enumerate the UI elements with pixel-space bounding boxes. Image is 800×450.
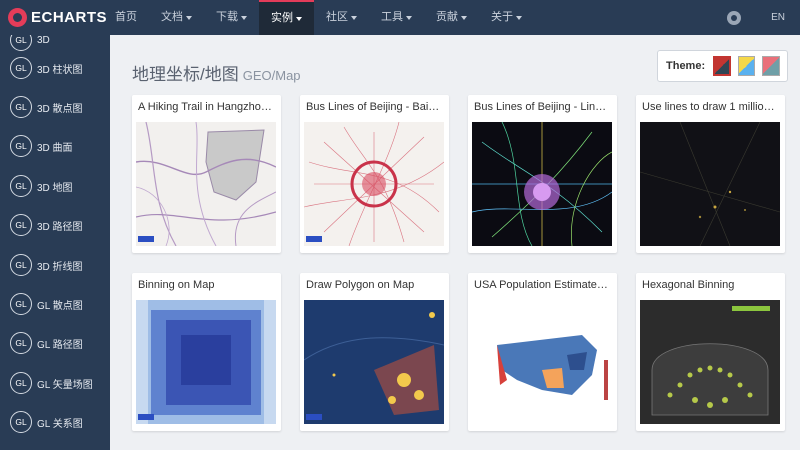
card-title: Use lines to draw 1 million n...	[642, 101, 780, 113]
nav-tools[interactable]: 工具	[369, 0, 424, 35]
sidebar-item-3d-line[interactable]: GL 3D 折线图	[0, 246, 110, 284]
sidebar-item-3d-map[interactable]: GL 3D 地图	[0, 167, 110, 205]
nav-examples[interactable]: 实例	[259, 0, 314, 35]
github-icon[interactable]	[727, 10, 742, 25]
example-card-binning-on-map[interactable]: Binning on Map	[132, 273, 281, 431]
sidebar-item-3d-bar[interactable]: GL 3D 柱状图	[0, 49, 110, 87]
echarts-logo-icon	[8, 8, 27, 27]
theme-swatch-vintage[interactable]	[762, 56, 780, 76]
logo-text: ECHARTS	[31, 9, 108, 26]
sidebar-item-label: 3D 折线图	[37, 261, 83, 273]
main-nav: 首页 文档 下载 实例 社区 工具 贡献 关于	[103, 0, 534, 35]
sidebar: GL 3D GL 3D 柱状图 GL 3D 散点图 GL 3D 曲面 GL 3D 地图 G…	[0, 35, 110, 450]
nav-contribute[interactable]: 贡献	[424, 0, 479, 35]
card-title: Bus Lines of Beijing - Baidu ...	[306, 101, 444, 113]
theme-label: Theme:	[666, 60, 706, 72]
top-navbar: ECHARTS 首页 文档 下载 实例 社区 工具 贡献 关于 EN	[0, 0, 800, 35]
chevron-down-icon	[241, 15, 247, 20]
sidebar-item-label: 3D 地图	[37, 182, 73, 194]
gl-badge-icon: GL	[10, 135, 32, 157]
gl-badge-icon: GL	[10, 372, 32, 394]
card-thumbnail	[472, 122, 612, 246]
sidebar-item-label: 3D 路径图	[37, 221, 83, 233]
chevron-down-icon	[351, 15, 357, 20]
gl-badge-icon: GL	[10, 254, 32, 276]
theme-swatch-default[interactable]	[713, 56, 731, 76]
sidebar-item-gl-path[interactable]: GL GL 路径图	[0, 324, 110, 362]
sidebar-item-gl-vector-field[interactable]: GL GL 矢量场图	[0, 364, 110, 402]
card-title: Hexagonal Binning	[642, 279, 735, 291]
page-title: 地理坐标/地图 GEO/Map	[132, 60, 301, 85]
nav-docs[interactable]: 文档	[149, 0, 204, 35]
gl-badge-icon: GL	[10, 332, 32, 354]
sidebar-item-gl-graph[interactable]: GL GL 关系图	[0, 403, 110, 441]
chevron-down-icon	[186, 15, 192, 20]
example-card-bus-lines-effect[interactable]: Bus Lines of Beijing - Line Ef...	[468, 95, 617, 253]
theme-selector: Theme:	[657, 50, 788, 82]
sidebar-item-3d-surface[interactable]: GL 3D 曲面	[0, 127, 110, 165]
card-title: USA Population Estimates (...	[474, 279, 612, 291]
card-title: Draw Polygon on Map	[306, 279, 415, 291]
sidebar-item-label: 3D	[37, 35, 50, 46]
page-title-text: 地理坐标/地图	[132, 65, 239, 84]
card-title: A Hiking Trail in Hangzhou - ...	[138, 101, 276, 113]
nav-community[interactable]: 社区	[314, 0, 369, 35]
nav-home[interactable]: 首页	[103, 0, 149, 35]
example-card-hiking-trail[interactable]: A Hiking Trail in Hangzhou - ...	[132, 95, 281, 253]
example-card-million-lines[interactable]: Use lines to draw 1 million n...	[636, 95, 785, 253]
sidebar-item-label: 3D 曲面	[37, 142, 73, 154]
card-title: Binning on Map	[138, 279, 215, 291]
example-card-bus-lines-baidu[interactable]: Bus Lines of Beijing - Baidu ...	[300, 95, 449, 253]
nav-download[interactable]: 下载	[204, 0, 259, 35]
card-thumbnail	[304, 122, 444, 246]
nav-about[interactable]: 关于	[479, 0, 534, 35]
gl-badge-icon: GL	[10, 175, 32, 197]
chevron-down-icon	[296, 16, 302, 21]
language-switch[interactable]: EN	[771, 12, 785, 23]
example-card-hexagonal-binning[interactable]: Hexagonal Binning	[636, 273, 785, 431]
sidebar-item-label: GL 散点图	[37, 300, 83, 312]
card-thumbnail	[472, 300, 612, 424]
sidebar-item-label: 3D 柱状图	[37, 64, 83, 76]
card-title: Bus Lines of Beijing - Line Ef...	[474, 101, 612, 113]
example-card-usa-population[interactable]: USA Population Estimates (...	[468, 273, 617, 431]
sidebar-item-label: 3D 散点图	[37, 103, 83, 115]
theme-swatch-light[interactable]	[737, 56, 756, 76]
page-subtitle: GEO/Map	[242, 68, 301, 83]
gl-badge-icon: GL	[10, 293, 32, 315]
card-thumbnail	[136, 300, 276, 424]
gl-badge-icon: GL	[10, 214, 32, 236]
gl-badge-icon: GL	[10, 57, 32, 79]
chevron-down-icon	[461, 15, 467, 20]
sidebar-item-3d-path[interactable]: GL 3D 路径图	[0, 206, 110, 244]
sidebar-item-label: GL 关系图	[37, 418, 83, 430]
gl-badge-icon: GL	[10, 411, 32, 433]
sidebar-item-3d-scatter[interactable]: GL 3D 散点图	[0, 88, 110, 126]
chevron-down-icon	[516, 15, 522, 20]
card-thumbnail	[136, 122, 276, 246]
card-thumbnail	[640, 122, 780, 246]
card-thumbnail	[304, 300, 444, 424]
example-card-draw-polygon[interactable]: Draw Polygon on Map	[300, 273, 449, 431]
gl-badge-icon: GL	[10, 96, 32, 118]
echarts-logo[interactable]: ECHARTS	[8, 7, 107, 28]
card-thumbnail	[640, 300, 780, 424]
chevron-down-icon	[406, 15, 412, 20]
sidebar-item-gl-scatter[interactable]: GL GL 散点图	[0, 285, 110, 323]
sidebar-item-label: GL 矢量场图	[37, 379, 93, 391]
sidebar-item-label: GL 路径图	[37, 339, 83, 351]
